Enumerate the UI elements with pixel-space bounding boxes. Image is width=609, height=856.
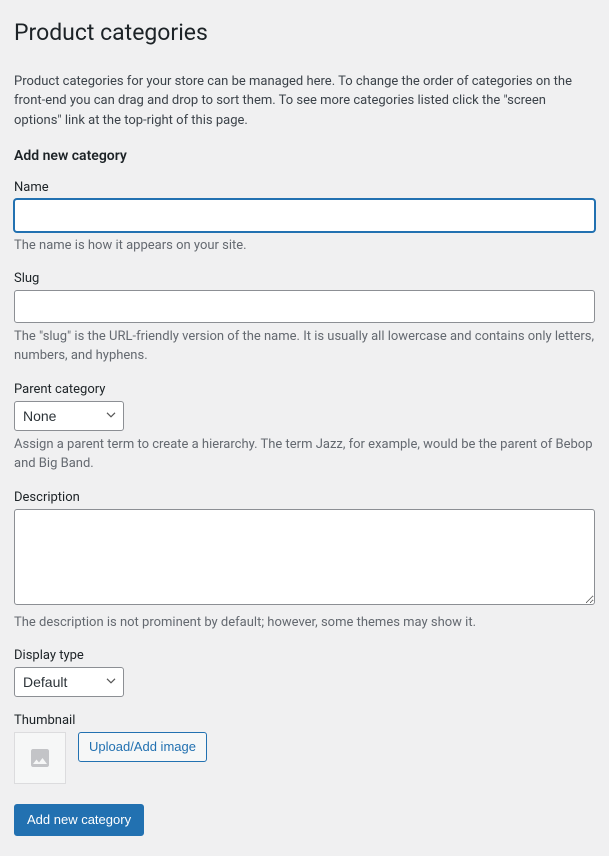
description-help: The description is not prominent by defa…	[14, 613, 595, 633]
slug-field-wrapper: Slug The "slug" is the URL-friendly vers…	[14, 271, 595, 365]
slug-help: The "slug" is the URL-friendly version o…	[14, 327, 595, 366]
intro-text: Product categories for your store can be…	[14, 72, 595, 131]
display-type-label: Display type	[14, 648, 595, 663]
parent-help: Assign a parent term to create a hierarc…	[14, 435, 595, 474]
display-type-select[interactable]: Default	[14, 667, 124, 697]
parent-field-wrapper: Parent category None Assign a parent ter…	[14, 382, 595, 474]
name-input[interactable]	[14, 199, 595, 231]
description-textarea[interactable]	[14, 509, 595, 605]
thumbnail-field-wrapper: Thumbnail Upload/Add image	[14, 713, 595, 784]
page-title: Product categories	[14, 18, 595, 48]
thumbnail-preview	[14, 732, 66, 784]
slug-label: Slug	[14, 271, 595, 286]
slug-input[interactable]	[14, 290, 595, 322]
display-type-field-wrapper: Display type Default	[14, 648, 595, 697]
thumbnail-label: Thumbnail	[14, 713, 595, 728]
upload-image-button[interactable]: Upload/Add image	[78, 732, 207, 762]
parent-select[interactable]: None	[14, 401, 124, 431]
description-field-wrapper: Description The description is not promi…	[14, 490, 595, 633]
placeholder-image-icon	[28, 746, 52, 770]
form-heading: Add new category	[14, 148, 595, 164]
add-category-button[interactable]: Add new category	[14, 804, 144, 836]
name-help: The name is how it appears on your site.	[14, 236, 595, 256]
parent-label: Parent category	[14, 382, 595, 397]
description-label: Description	[14, 490, 595, 505]
name-field-wrapper: Name The name is how it appears on your …	[14, 180, 595, 255]
name-label: Name	[14, 180, 595, 195]
